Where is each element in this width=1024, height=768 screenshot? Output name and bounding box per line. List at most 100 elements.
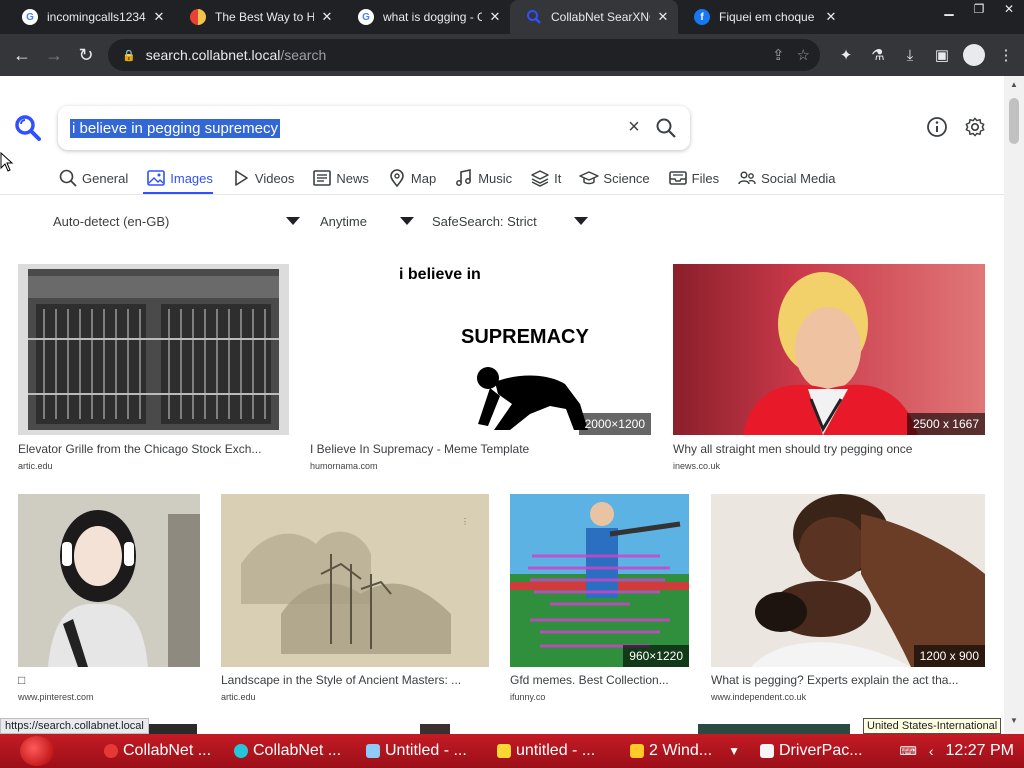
result-image[interactable]: ⋮	[221, 494, 489, 667]
result-image[interactable]	[18, 264, 289, 435]
forward-arrow-icon[interactable]: →	[38, 39, 70, 71]
star-icon[interactable]: ☆	[797, 46, 810, 64]
tab-best-way[interactable]: The Best Way to Ha ✕	[174, 0, 342, 34]
status-url-tooltip: https://search.collabnet.local	[0, 718, 149, 734]
window-close-icon[interactable]: ✕	[994, 0, 1024, 18]
tab-incomingcalls[interactable]: G incomingcalls1234 - ✕	[6, 0, 174, 34]
result-image[interactable]	[420, 724, 450, 734]
tab-title: CollabNet SearXNG	[551, 10, 650, 24]
graduation-cap-icon	[579, 171, 600, 185]
result-image[interactable]: 960×1220	[510, 494, 689, 667]
taskbar-label: CollabNet ...	[123, 742, 212, 759]
taskbar-item-untitled-paint[interactable]: untitled - ...	[497, 738, 595, 764]
extensions-icon[interactable]: ✦	[834, 43, 858, 67]
header-divider	[0, 194, 1004, 195]
result-caption[interactable]: Gfd memes. Best Collection...	[510, 673, 689, 687]
search-input[interactable]: i believe in pegging supremecy ×	[58, 106, 690, 150]
close-icon[interactable]: ✕	[488, 9, 502, 25]
tab-label: News	[336, 170, 369, 186]
inbox-icon	[668, 171, 687, 185]
scroll-up-icon[interactable]: ▲	[1009, 80, 1019, 90]
result-caption[interactable]: □	[18, 673, 200, 687]
language-select[interactable]: Auto-detect (en-GB)	[53, 211, 300, 231]
clock[interactable]: 12:27 PM	[946, 742, 1014, 760]
tab-it[interactable]: It	[530, 167, 561, 189]
tab-title: The Best Way to Ha	[215, 10, 314, 24]
profile-avatar-icon[interactable]	[962, 43, 986, 67]
meme-text-mid: SUPREMACY	[461, 326, 589, 348]
close-icon[interactable]: ✕	[824, 9, 838, 25]
taskbar-item-windows-explorer[interactable]: 2 Wind... ▼	[630, 738, 740, 764]
url-path: /search	[280, 47, 327, 63]
taskbar-item-untitled-notepad[interactable]: Untitled - ...	[366, 738, 467, 764]
reload-icon[interactable]: ↻	[70, 39, 102, 71]
result-caption[interactable]: Landscape in the Style of Ancient Master…	[221, 673, 489, 687]
search-icon[interactable]	[654, 116, 678, 140]
tab-title: incomingcalls1234 -	[47, 10, 146, 24]
start-button[interactable]	[20, 736, 54, 766]
tab-videos[interactable]: Videos	[231, 167, 294, 189]
taskbar-label: DriverPac...	[779, 742, 863, 759]
close-icon[interactable]: ✕	[152, 9, 166, 25]
close-icon[interactable]: ✕	[320, 9, 334, 25]
result-source: artic.edu	[221, 692, 256, 702]
download-icon[interactable]: ⤓	[898, 43, 922, 67]
play-icon	[235, 170, 248, 186]
keyboard-icon[interactable]: ⌨	[900, 744, 917, 758]
result-image[interactable]: 1200 x 900	[711, 494, 985, 667]
gear-icon[interactable]	[964, 116, 986, 138]
minimize-icon[interactable]: ▁	[934, 0, 964, 18]
tab-images[interactable]: Images	[146, 167, 213, 189]
tab-music[interactable]: Music	[454, 167, 512, 189]
result-caption[interactable]: I Believe In Supremacy - Meme Template	[310, 442, 651, 456]
scroll-down-icon[interactable]: ▼	[1009, 716, 1019, 726]
time-range-select[interactable]: Anytime	[320, 211, 414, 231]
taskbar-item-driverpack[interactable]: DriverPac...	[760, 738, 863, 764]
tray-expand-icon[interactable]: ‹	[929, 743, 934, 759]
page-scrollbar[interactable]: ▲ ▼	[1004, 76, 1024, 734]
chevron-down-icon	[286, 217, 300, 225]
system-tray: ⌨ ‹ 12:27 PM	[900, 734, 1014, 768]
scrollbar-thumb[interactable]	[1009, 98, 1019, 144]
safesearch-select[interactable]: SafeSearch: Strict	[432, 211, 588, 231]
menu-kebab-icon[interactable]: ⋮	[994, 43, 1018, 67]
woman-portrait-image	[743, 272, 918, 435]
taskbar-item-collabnet-1[interactable]: CollabNet ...	[104, 738, 211, 764]
result-image[interactable]	[145, 724, 197, 734]
result-source: www.pinterest.com	[18, 692, 94, 702]
searxng-logo-icon[interactable]	[14, 114, 42, 142]
address-bar[interactable]: 🔒 search.collabnet.local/search ⇪ ☆	[108, 39, 820, 71]
tab-files[interactable]: Files	[668, 167, 719, 189]
result-image[interactable]: i believe in SUPREMACY 2000×1200	[310, 264, 651, 435]
share-icon[interactable]: ⇪	[772, 46, 785, 64]
tab-general[interactable]: General	[58, 167, 128, 189]
result-image[interactable]	[18, 494, 200, 667]
tab-collabnet-searxng[interactable]: CollabNet SearXNG ✕	[510, 0, 678, 34]
folder-icon	[630, 744, 644, 758]
tab-what-is-dogging[interactable]: G what is dogging - Go ✕	[342, 0, 510, 34]
info-icon[interactable]	[926, 116, 948, 138]
taskbar-item-collabnet-2[interactable]: CollabNet ...	[234, 738, 341, 764]
clear-icon[interactable]: ×	[624, 116, 644, 140]
tab-map[interactable]: Map	[387, 167, 436, 189]
result-caption[interactable]: What is pegging? Experts explain the act…	[711, 673, 985, 687]
result-image[interactable]: 2500 x 1667	[673, 264, 985, 435]
music-note-icon	[456, 169, 472, 186]
back-arrow-icon[interactable]: ←	[6, 39, 38, 71]
chevron-down-icon[interactable]: ▼	[728, 744, 740, 758]
side-panel-icon[interactable]: ▣	[930, 43, 954, 67]
tab-science[interactable]: Science	[579, 167, 650, 189]
result-image[interactable]	[698, 724, 850, 734]
tab-social-media[interactable]: Social Media	[737, 167, 836, 189]
restore-icon[interactable]: ❐	[964, 0, 994, 18]
result-caption[interactable]: Why all straight men should try pegging …	[673, 442, 985, 456]
tab-fiquei-em-choque[interactable]: f Fiquei em choque F ✕	[678, 0, 846, 34]
search-query-text[interactable]: i believe in pegging supremecy	[70, 118, 280, 138]
google-icon: G	[22, 9, 38, 25]
close-icon[interactable]: ✕	[656, 9, 670, 25]
result-caption[interactable]: Elevator Grille from the Chicago Stock E…	[18, 442, 289, 456]
image-dimensions: 2000×1200	[578, 413, 651, 435]
tab-news[interactable]: News	[312, 167, 369, 189]
labs-flask-icon[interactable]: ⚗	[866, 43, 890, 67]
result-source: www.independent.co.uk	[711, 692, 807, 702]
